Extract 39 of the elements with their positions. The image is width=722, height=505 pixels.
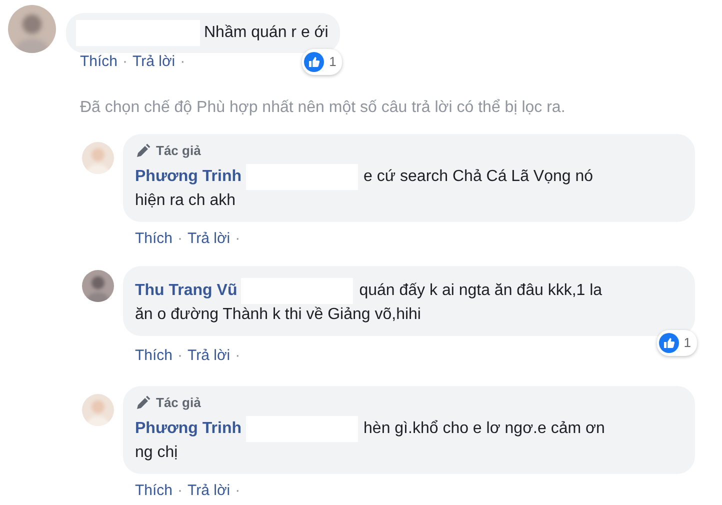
comment-text: ng chị	[135, 442, 178, 462]
comment-text: ăn o đường Thành k thi về Giảng võ,hihi	[135, 305, 421, 325]
comment-text: hèn gì.khổ cho e lơ ngơ.e cảm ơn	[364, 418, 605, 438]
separator: ·	[178, 346, 183, 366]
comment-text: quán đấy k ai ngta ăn đâu kkk,1 la	[359, 281, 602, 301]
action-link[interactable]: Thích	[80, 51, 118, 74]
separator: ·	[178, 480, 183, 500]
reaction-count: 1	[656, 330, 697, 356]
pencil-icon	[135, 394, 151, 410]
separator: ·	[235, 228, 240, 248]
action-link[interactable]: Thích	[135, 480, 173, 502]
comment-text: hiện ra ch akh	[135, 190, 236, 210]
like-icon	[658, 333, 679, 353]
comment-text: e cứ search Chả Cá Lã Vọng nó	[364, 166, 594, 186]
action-link[interactable]: Thích	[135, 345, 173, 368]
avatar	[82, 394, 114, 426]
separator: ·	[122, 52, 128, 72]
like-icon	[304, 52, 324, 72]
author-label: Tác giả	[156, 394, 201, 412]
action-link[interactable]: Trả lời	[188, 228, 230, 250]
reaction-count: 1	[302, 49, 342, 75]
action-link[interactable]: Trả lời	[188, 480, 230, 502]
filter-note: Đã chọn chế độ Phù hợp nhất nên một số câu trả lời có thể bị lọc ra.	[80, 98, 566, 118]
author-label: Tác giả	[156, 142, 201, 160]
action-link[interactable]: Thích	[135, 228, 173, 250]
avatar	[82, 270, 114, 302]
action-link[interactable]: Trả lời	[188, 345, 230, 368]
action-link[interactable]: Trả lời	[132, 51, 176, 74]
comment-text: Nhầm quán r e ới	[204, 23, 328, 43]
author-name[interactable]: Thu Trang Vũ	[135, 280, 238, 302]
separator: ·	[235, 346, 240, 366]
separator: ·	[235, 480, 240, 500]
avatar	[8, 5, 56, 53]
author-name[interactable]: Phương Trinh	[135, 418, 242, 440]
avatar	[82, 142, 114, 174]
pencil-icon	[135, 142, 151, 158]
separator: ·	[180, 52, 186, 72]
author-name[interactable]: Phương Trinh	[135, 166, 242, 188]
separator: ·	[178, 228, 183, 248]
